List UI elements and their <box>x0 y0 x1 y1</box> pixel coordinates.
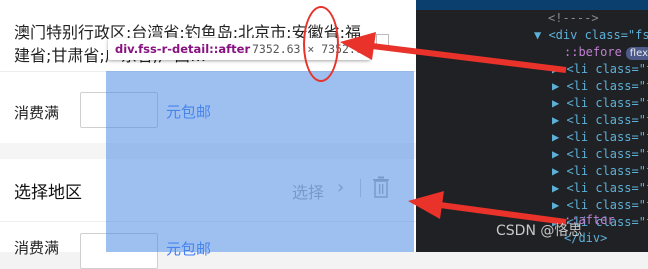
dom-node-li[interactable]: ▶ <li class="f <box>552 129 648 146</box>
dom-node-div[interactable]: ▼ <div class="fss- <box>534 27 648 44</box>
free-shipping-label: 消费满 <box>14 104 60 122</box>
section-title: 选择地区 <box>14 183 82 203</box>
checkbox[interactable] <box>376 34 389 47</box>
dom-node-li[interactable]: ▶ <li class="f <box>552 95 648 112</box>
dom-node-li[interactable]: ▶ <li class="f <box>552 78 648 95</box>
dom-node-li[interactable]: ▶ <li class="f <box>552 163 648 180</box>
mobile-form-panel: 澳门特别行政区;台湾省;钓鱼岛;北京市;安徽省;福建省;甘肃省;广东省;广西… … <box>0 0 416 269</box>
dom-node-li[interactable]: ▶ <li class="f <box>552 112 648 129</box>
dom-node-li[interactable]: ▶ <li class="f <box>552 180 648 197</box>
free-shipping-label-2: 消费满 <box>14 239 60 257</box>
tooltip-selector: div.fss-r-detail::after <box>115 42 251 56</box>
flex-badge[interactable]: flex <box>625 47 648 60</box>
pseudo-before-label: ::before <box>564 45 622 59</box>
dom-node-li[interactable]: ▶ <li class="f <box>552 61 648 78</box>
devtools-elements-panel: <!----> ▼ <div class="fss- ::beforeflex … <box>416 0 648 252</box>
element-highlight-overlay <box>106 71 414 252</box>
dom-pseudo-before[interactable]: ::before flex <box>564 44 648 61</box>
watermark: CSDN @恪思 <box>496 223 583 239</box>
annotation-ellipse <box>303 6 339 82</box>
dom-comment[interactable]: <!----> <box>548 10 599 27</box>
selected-node-strip <box>416 0 648 10</box>
screenshot: 澳门特别行政区;台湾省;钓鱼岛;北京市;安徽省;福建省;甘肃省;广东省;广西… … <box>0 0 648 269</box>
dom-node-li[interactable]: ▶ <li class="f <box>552 146 648 163</box>
